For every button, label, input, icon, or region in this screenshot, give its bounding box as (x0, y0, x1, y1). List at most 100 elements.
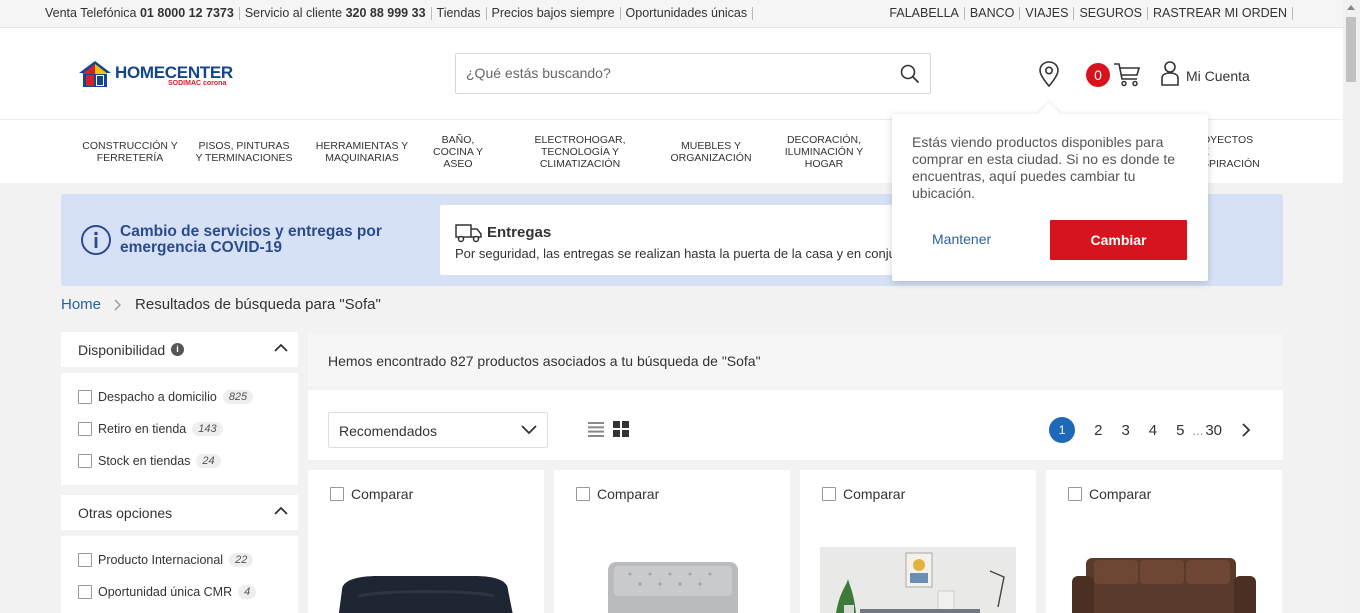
page-2[interactable]: 2 (1094, 422, 1102, 439)
phone-sales-link[interactable]: Venta Telefónica 01 8000 12 7373 (45, 7, 240, 20)
page-3[interactable]: 3 (1121, 422, 1129, 439)
page-last[interactable]: 30 (1205, 422, 1222, 439)
facet-option[interactable]: Retiro en tienda 143 (78, 422, 223, 436)
track-order-link[interactable]: RASTREAR MI ORDEN (1148, 7, 1293, 20)
seguros-link[interactable]: SEGUROS (1074, 7, 1148, 20)
facet-option-count: 143 (192, 422, 223, 436)
info-small-icon[interactable]: i (171, 343, 184, 356)
page-scrollbar[interactable] (1343, 0, 1360, 613)
chevron-up-icon (274, 506, 288, 515)
user-icon[interactable] (1160, 60, 1180, 86)
product-image[interactable] (1066, 540, 1262, 613)
breadcrumb-home[interactable]: Home (61, 296, 101, 313)
facet-availability-header[interactable]: Disponibilidad i (61, 332, 298, 367)
delivery-card-title: Entregas (487, 224, 552, 241)
top-bar-left: Venta Telefónica 01 8000 12 7373 Servici… (45, 7, 754, 20)
facet-other-title: Otras opciones (78, 505, 173, 521)
category-electrohogar[interactable]: ELECTROHOGAR, TECNOLOGÍA Y CLIMATIZACIÓN (530, 120, 630, 183)
stores-link[interactable]: Tiendas (432, 7, 487, 20)
cart-count-badge: 0 (1086, 63, 1110, 87)
change-location-button[interactable]: Cambiar (1050, 220, 1187, 260)
results-toolbar: Recomendados 1 2 3 4 5 ... 30 (308, 390, 1283, 460)
results-summary-bar: Hemos encontrado 827 productos asociados… (308, 334, 1283, 386)
compare-toggle[interactable]: Comparar (1068, 486, 1151, 502)
breadcrumb-current: Resultados de búsqueda para "Sofa" (135, 296, 381, 313)
low-prices-link[interactable]: Precios bajos siempre (487, 7, 621, 20)
compare-checkbox[interactable] (576, 487, 590, 501)
top-bar-right: FALABELLA BANCO VIAJES SEGUROS RASTREAR … (884, 7, 1293, 20)
compare-checkbox[interactable] (1068, 487, 1082, 501)
checkbox[interactable] (78, 585, 92, 599)
compare-checkbox[interactable] (330, 487, 344, 501)
compare-checkbox[interactable] (822, 487, 836, 501)
facet-option[interactable]: Despacho a domicilio 825 (78, 390, 254, 404)
product-image[interactable] (574, 540, 770, 613)
facet-option[interactable]: Oportunidad única CMR 4 (78, 585, 257, 599)
cart-icon[interactable] (1113, 61, 1141, 87)
compare-toggle[interactable]: Comparar (822, 486, 905, 502)
category-bano[interactable]: BAÑO, COCINA Y ASEO (428, 120, 488, 183)
checkbox[interactable] (78, 422, 92, 436)
product-image[interactable] (820, 547, 1016, 613)
location-pin-icon[interactable] (1038, 61, 1060, 87)
checkbox[interactable] (78, 390, 92, 404)
viajes-link[interactable]: VIAJES (1020, 7, 1075, 20)
product-card[interactable]: Comparar (308, 470, 544, 613)
customer-service-number: 320 88 999 33 (345, 6, 426, 20)
facet-option-count: 22 (229, 553, 254, 567)
scroll-up-arrow[interactable] (1347, 5, 1355, 10)
category-decoracion[interactable]: DECORACIÓN, ILUMINACIÓN Y HOGAR (778, 120, 870, 183)
facet-option-label: Retiro en tienda (98, 422, 187, 436)
product-card[interactable]: Comparar (1046, 470, 1282, 613)
compare-label: Comparar (351, 486, 414, 502)
facet-option-label: Producto Internacional (98, 553, 224, 567)
category-construccion[interactable]: CONSTRUCCIÓN Y FERRETERÍA (80, 120, 180, 183)
compare-label: Comparar (1089, 486, 1152, 502)
unique-opportunities-link[interactable]: Oportunidades únicas (621, 7, 754, 20)
search-icon[interactable] (900, 64, 920, 84)
list-view-icon[interactable] (588, 422, 604, 437)
location-popup: Estás viendo productos disponibles para … (892, 102, 1208, 281)
checkbox[interactable] (78, 454, 92, 468)
product-image[interactable] (328, 540, 524, 613)
page-4[interactable]: 4 (1149, 422, 1157, 439)
breadcrumb: Home Resultados de búsqueda para "Sofa" (61, 296, 381, 313)
phone-sales-label: Venta Telefónica (45, 6, 140, 20)
banco-link[interactable]: BANCO (965, 7, 1021, 20)
facet-option[interactable]: Stock en tiendas 24 (78, 454, 221, 468)
brand-subtitle: SODIMAC corona (168, 80, 227, 87)
checkbox[interactable] (78, 553, 92, 567)
sort-value: Recomendados (339, 423, 438, 439)
product-card[interactable]: Comparar (800, 470, 1036, 613)
chevron-right-icon[interactable] (1242, 423, 1251, 437)
keep-location-button[interactable]: Mantener (932, 231, 991, 247)
delivery-info-card[interactable]: Entregas Por seguridad, las entregas se … (440, 205, 900, 275)
facet-option-count: 825 (222, 390, 254, 404)
compare-toggle[interactable]: Comparar (576, 486, 659, 502)
scrollbar-thumb[interactable] (1346, 17, 1356, 82)
homecenter-logo[interactable]: HOMECENTER SODIMAC corona (78, 60, 248, 90)
top-bar: Venta Telefónica 01 8000 12 7373 Servici… (0, 0, 1343, 28)
facet-other-header[interactable]: Otras opciones (61, 495, 298, 530)
facet-option[interactable]: Producto Internacional 22 (78, 553, 254, 567)
facet-option-count: 4 (238, 585, 257, 599)
category-herramientas[interactable]: HERRAMIENTAS Y MAQUINARIAS (312, 120, 412, 183)
pagination: 1 2 3 4 5 ... 30 (1049, 417, 1251, 443)
customer-service-link[interactable]: Servicio al cliente 320 88 999 33 (240, 7, 432, 20)
page-1[interactable]: 1 (1049, 417, 1076, 443)
grid-view-icon[interactable] (613, 421, 629, 437)
category-muebles[interactable]: MUEBLES Y ORGANIZACIÓN (666, 120, 756, 183)
my-account-link[interactable]: Mi Cuenta (1186, 68, 1250, 84)
product-card[interactable]: Comparar (554, 470, 790, 613)
category-proyectos[interactable]: OYECTOS E SPIRACIÓN (1202, 120, 1262, 183)
delivery-card-text: Por seguridad, las entregas se realizan … (455, 246, 900, 261)
chevron-right-icon (114, 299, 122, 310)
chevron-up-icon (274, 343, 288, 352)
category-pisos[interactable]: PISOS, PINTURAS Y TERMINACIONES (194, 120, 294, 183)
sort-select[interactable]: Recomendados (328, 412, 548, 448)
search-input[interactable] (466, 65, 886, 81)
compare-toggle[interactable]: Comparar (330, 486, 413, 502)
truck-icon (455, 224, 482, 243)
falabella-link[interactable]: FALABELLA (884, 7, 965, 20)
page-5[interactable]: 5 (1176, 422, 1184, 439)
